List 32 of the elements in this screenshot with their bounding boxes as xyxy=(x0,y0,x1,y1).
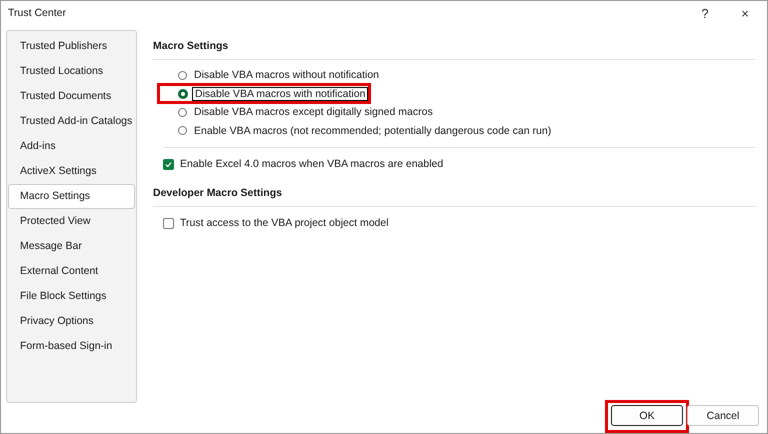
sidebar-item[interactable]: External Content xyxy=(8,259,135,284)
checkbox[interactable] xyxy=(163,218,174,228)
sidebar-item[interactable]: Trusted Add-in Catalogs xyxy=(8,109,135,134)
radio-button[interactable] xyxy=(178,88,188,99)
sidebar-item[interactable]: Form-based Sign-in xyxy=(8,334,135,359)
checkbox-label[interactable]: Enable Excel 4.0 macros when VBA macros are enabled xyxy=(180,158,444,170)
cancel-button[interactable]: Cancel xyxy=(687,405,759,426)
sidebar-item[interactable]: ActiveX Settings xyxy=(8,159,135,184)
section-heading: Macro Settings xyxy=(153,39,230,54)
sidebar-item[interactable]: Protected View xyxy=(8,209,135,234)
window-title: Trust Center xyxy=(8,7,66,19)
section-heading: Developer Macro Settings xyxy=(153,186,283,201)
sidebar-item[interactable]: Macro Settings xyxy=(8,184,135,209)
sidebar-item[interactable]: Message Bar xyxy=(8,234,135,259)
checkbox-label[interactable]: Trust access to the VBA project object model xyxy=(180,217,389,229)
radio-button[interactable] xyxy=(178,126,187,136)
close-button[interactable]: × xyxy=(727,2,763,24)
sidebar-item[interactable]: Trusted Publishers xyxy=(8,34,135,59)
radio-button[interactable] xyxy=(178,108,187,117)
sidebar-item[interactable]: Privacy Options xyxy=(8,309,135,334)
radio-label[interactable]: Disable VBA macros except digitally signed macros xyxy=(191,105,436,120)
radio-label[interactable]: Disable VBA macros with notification xyxy=(192,86,368,101)
checkbox[interactable] xyxy=(163,158,174,170)
help-button[interactable]: ? xyxy=(687,2,723,24)
sidebar-item[interactable]: Trusted Locations xyxy=(8,59,135,84)
ok-button[interactable]: OK xyxy=(611,405,683,426)
sidebar-item[interactable]: Add-ins xyxy=(8,134,135,159)
radio-label[interactable]: Disable VBA macros without notification xyxy=(191,68,382,82)
sidebar-item[interactable]: Trusted Documents xyxy=(8,84,135,109)
radio-label[interactable]: Enable VBA macros (not recommended; potentially dangerous code can run) xyxy=(191,124,554,138)
sidebar-item[interactable]: File Block Settings xyxy=(8,284,135,309)
radio-button[interactable] xyxy=(178,70,187,80)
